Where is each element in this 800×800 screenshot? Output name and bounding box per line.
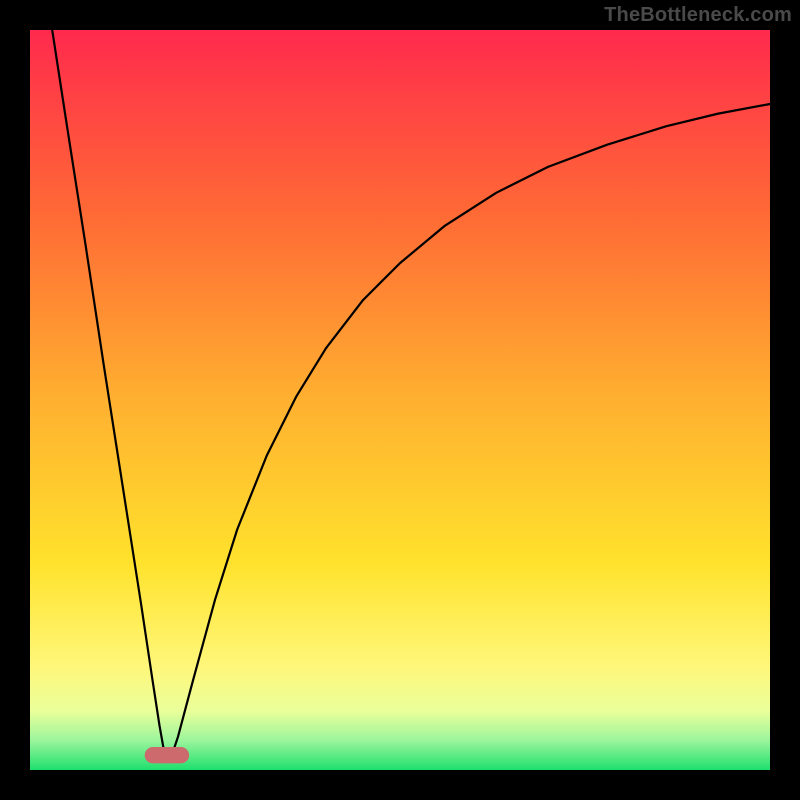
- plot-area: [30, 30, 770, 770]
- marker-group: [145, 747, 189, 763]
- chart-frame: TheBottleneck.com: [0, 0, 800, 800]
- valley-marker: [145, 747, 189, 763]
- chart-svg: [30, 30, 770, 770]
- gradient-background: [30, 30, 770, 770]
- watermark-text: TheBottleneck.com: [604, 4, 792, 27]
